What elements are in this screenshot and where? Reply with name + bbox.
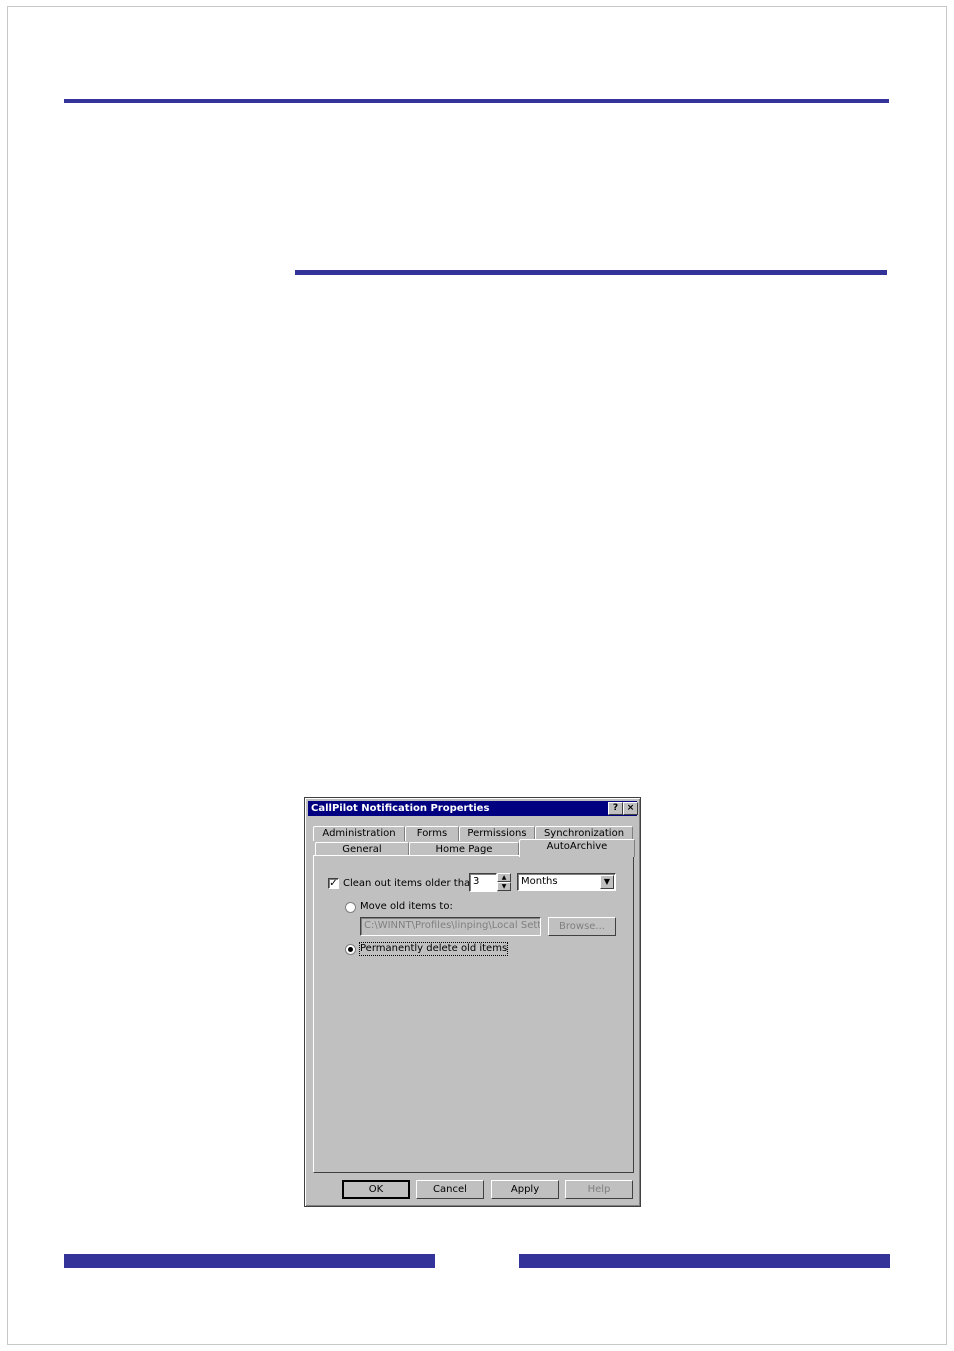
permanently-delete-radio[interactable] [345,944,356,955]
clean-out-checkbox[interactable]: ✓ [328,878,339,889]
age-unit-value: Months [521,876,558,887]
move-old-items-radio[interactable] [345,902,356,913]
section-rule [295,270,887,275]
ok-button[interactable]: OK [342,1180,410,1199]
clean-out-label: Clean out items older than [343,878,477,889]
tab-administration[interactable]: Administration [313,826,405,841]
footer-bar-right [519,1254,890,1268]
browse-button[interactable]: Browse... [548,917,616,936]
tab-autoarchive[interactable]: AutoArchive [519,839,635,857]
close-icon[interactable]: × [623,802,638,815]
permanently-delete-label: Permanently delete old items [358,942,509,956]
move-old-items-label: Move old items to: [360,901,453,912]
age-value-input[interactable]: 3 [469,873,497,892]
move-path-input[interactable]: C:\WINNT\Profiles\linping\Local Settings [360,917,541,936]
help-icon[interactable]: ? [608,802,623,815]
age-unit-select[interactable]: Months ▼ [517,873,616,891]
header-rule [64,99,889,103]
chevron-down-icon[interactable]: ▼ [600,875,614,889]
spin-up-icon[interactable]: ▲ [497,873,511,882]
autoarchive-panel: ✓ Clean out items older than 3 ▲ ▼ Month… [313,855,634,1173]
dialog-titlebar[interactable]: CallPilot Notification Properties ? × [308,801,638,816]
spin-down-icon[interactable]: ▼ [497,882,511,891]
checkmark-icon: ✓ [329,878,338,889]
radio-selected-icon [348,947,353,952]
cancel-button[interactable]: Cancel [416,1180,484,1199]
footer-bar-left [64,1254,435,1268]
help-button[interactable]: Help [565,1180,633,1199]
dialog-title: CallPilot Notification Properties [311,803,490,814]
tab-forms[interactable]: Forms [405,826,459,841]
apply-button[interactable]: Apply [491,1180,559,1199]
properties-dialog: CallPilot Notification Properties ? × Ad… [304,797,641,1207]
